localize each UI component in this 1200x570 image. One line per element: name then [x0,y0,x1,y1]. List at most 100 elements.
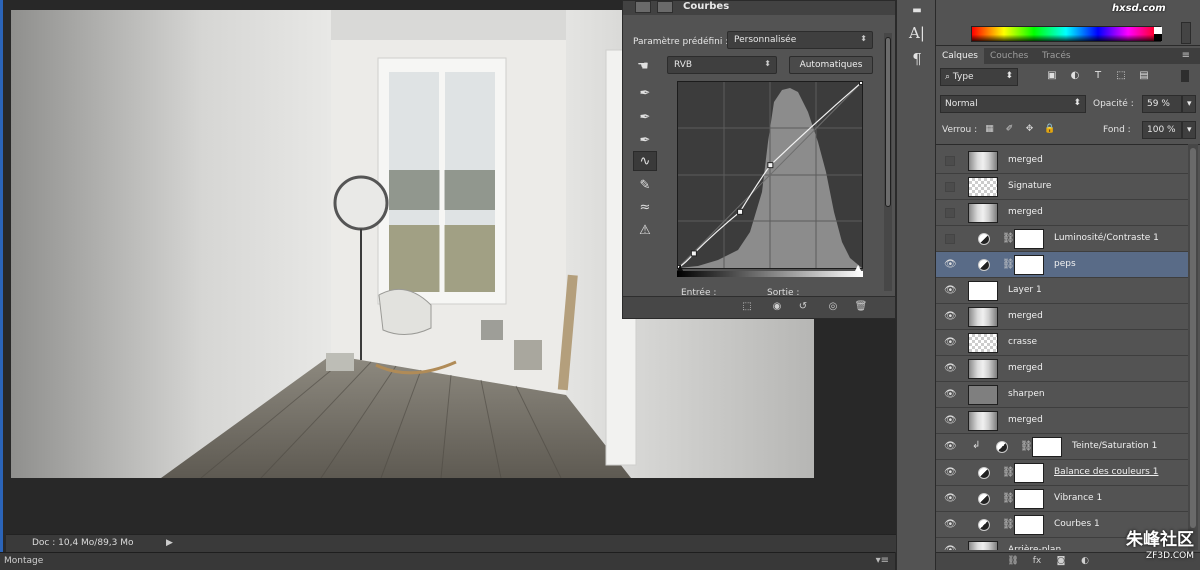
eye-icon[interactable]: 👁 [944,545,957,550]
lock-position-icon[interactable]: ✥ [1024,124,1035,135]
layer-thumbnail[interactable] [968,541,998,550]
layer-style-icon[interactable]: fx [1030,556,1044,568]
color-spectrum[interactable] [971,26,1161,42]
visibility-toggle[interactable] [945,156,955,166]
clipping-warning-icon[interactable]: ⚠ [633,220,657,240]
lock-all-icon[interactable]: 🔒 [1044,124,1055,135]
curve-points-icon[interactable]: ∿ [633,151,657,171]
smooth-icon[interactable]: ≈ [633,197,657,217]
layer-row[interactable]: 👁 merged [936,408,1188,434]
lock-pixels-icon[interactable]: ✐ [1004,124,1015,135]
layer-row[interactable]: merged [936,200,1188,226]
link-icon[interactable]: ⛓ [1002,492,1015,505]
fill-field[interactable]: 100 % [1142,121,1182,139]
layer-name[interactable]: merged [1008,311,1043,321]
mask-thumbnail[interactable] [1014,515,1044,535]
reset-icon[interactable]: ↺ [795,301,811,315]
color-panel-scroll[interactable] [1181,22,1191,44]
white-point-slider-icon[interactable]: ▲ [855,263,861,272]
target-adjust-hand-icon[interactable]: ☚ [631,56,655,76]
smart-object-filter-icon[interactable]: ▤ [1138,70,1150,82]
trash-icon[interactable]: 🗑 [853,301,869,315]
eye-icon[interactable]: 👁 [944,389,957,401]
layer-row[interactable]: 👁 ⛓ peps [936,252,1188,278]
layer-name[interactable]: Vibrance 1 [1054,493,1102,503]
curve-control-point[interactable] [859,79,865,85]
layer-name[interactable]: merged [1008,155,1043,165]
layer-name[interactable]: Signature [1008,181,1051,191]
curve-graph[interactable] [675,79,865,271]
layer-thumbnail[interactable] [968,177,998,197]
layer-name[interactable]: crasse [1008,337,1037,347]
lock-transparency-icon[interactable]: ▦ [984,124,995,135]
mini-bridge-label[interactable]: Montage [4,556,43,566]
layer-name[interactable]: peps [1054,259,1076,269]
curve-control-point[interactable] [767,162,774,169]
blend-mode-dropdown[interactable]: Normal ⬍ [940,95,1086,113]
filter-toggle[interactable] [1181,70,1189,82]
clip-to-layer-icon[interactable]: ⬚ [739,301,755,315]
auto-button[interactable]: Automatiques [789,56,873,74]
layer-thumbnail[interactable] [968,359,998,379]
layer-thumbnail[interactable] [968,203,998,223]
tab-layers[interactable]: Calques [936,48,984,64]
panel-menu-icon[interactable]: ≡ [1182,50,1190,61]
adjustment-filter-icon[interactable]: ◐ [1069,70,1081,82]
visibility-toggle[interactable] [945,208,955,218]
channel-dropdown[interactable]: RVB ⬍ [667,56,777,74]
toggle-visibility-icon[interactable]: ◎ [825,301,841,315]
collapse-icon[interactable]: ▬ [905,0,929,22]
mask-thumbnail[interactable] [1014,255,1044,275]
layer-name[interactable]: Balance des couleurs 1 [1054,467,1158,477]
link-layers-icon[interactable]: ⛓ [1006,556,1020,568]
tab-channels[interactable]: Couches [984,48,1034,64]
eye-icon[interactable]: 👁 [944,285,957,297]
link-icon[interactable]: ⛓ [1002,258,1015,271]
black-white-swatch[interactable] [1154,27,1162,41]
layer-name[interactable]: Layer 1 [1008,285,1042,295]
eye-icon[interactable]: 👁 [944,337,957,349]
eye-icon[interactable]: 👁 [944,493,957,505]
paragraph-panel-icon[interactable]: ¶ [905,48,929,70]
layer-row[interactable]: 👁 merged [936,304,1188,330]
mask-thumbnail[interactable] [1032,437,1062,457]
layer-name[interactable]: Luminosité/Contraste 1 [1054,233,1159,243]
link-icon[interactable]: ⛓ [1002,232,1015,245]
mask-thumbnail[interactable] [1014,229,1044,249]
visibility-toggle[interactable] [945,234,955,244]
layer-thumbnail[interactable] [968,385,998,405]
layer-name[interactable]: merged [1008,415,1043,425]
layer-row[interactable]: 👁 Layer 1 [936,278,1188,304]
eye-icon[interactable]: 👁 [944,363,957,375]
visibility-toggle[interactable] [945,182,955,192]
pixel-filter-icon[interactable]: ▣ [1046,70,1058,82]
layer-row[interactable]: 👁 ⛓ Balance des couleurs 1 [936,460,1188,486]
link-icon[interactable]: ⛓ [1002,518,1015,531]
pencil-icon[interactable]: ✎ [633,175,657,195]
new-adjustment-icon[interactable]: ◐ [1078,556,1092,568]
panel-menu-icon[interactable]: ▾≡ [876,555,889,566]
mask-thumbnail[interactable] [1014,489,1044,509]
layer-thumbnail[interactable] [968,333,998,353]
white-eyedropper-icon[interactable]: ✒ [633,130,657,150]
layer-name[interactable]: Teinte/Saturation 1 [1072,441,1157,451]
filter-type-dropdown[interactable]: ⌕ Type ⬍ [940,68,1018,86]
mask-icon[interactable] [657,1,673,13]
eye-icon[interactable]: 👁 [944,415,957,427]
eye-icon[interactable]: 👁 [944,441,957,453]
curve-control-point[interactable] [737,208,744,215]
character-panel-icon[interactable]: A| [905,22,929,44]
layer-row[interactable]: 👁 ⛓ Vibrance 1 [936,486,1188,512]
link-icon[interactable]: ⛓ [1020,440,1033,453]
adjustment-icon[interactable] [635,1,651,13]
link-icon[interactable]: ⛓ [1002,466,1015,479]
eye-icon[interactable]: 👁 [944,519,957,531]
view-previous-icon[interactable]: ◉ [769,301,785,315]
layer-row[interactable]: 👁 crasse [936,330,1188,356]
type-filter-icon[interactable]: T [1092,70,1104,82]
shape-filter-icon[interactable]: ⬚ [1115,70,1127,82]
mask-thumbnail[interactable] [1014,463,1044,483]
layer-name[interactable]: Arrière-plan [1008,545,1061,550]
layer-row[interactable]: 👁 merged [936,356,1188,382]
eye-icon[interactable]: 👁 [944,467,957,479]
